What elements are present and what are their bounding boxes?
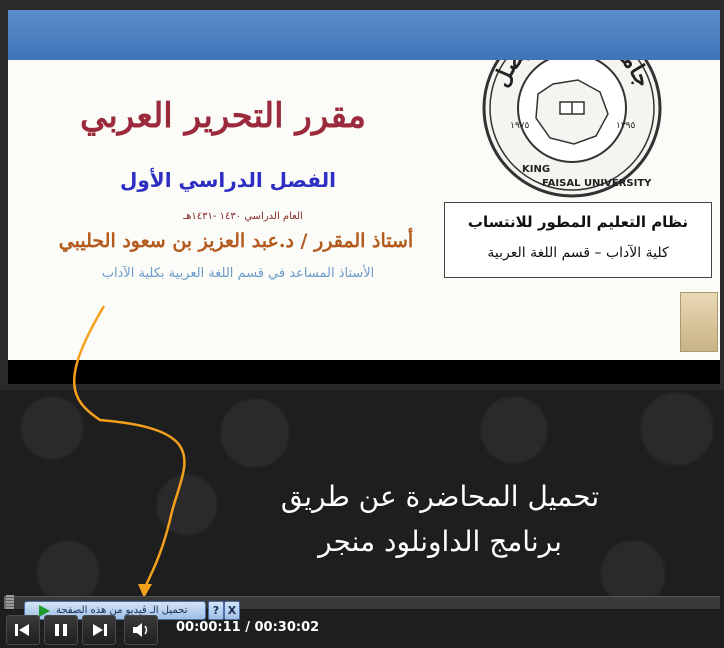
rewind-button[interactable] [6,615,40,645]
department-name: كلية الآداب – قسم اللغة العربية [487,245,669,261]
rewind-icon [15,624,29,636]
time-display: 00:00:11 / 00:30:02 [176,620,319,635]
scrub-handle[interactable] [6,595,14,609]
slide-bottom-bar [8,360,720,384]
player-controls: 00:00:11 / 00:30:02 [0,612,724,647]
total-time: 00:30:02 [254,620,320,635]
bg-decoration [20,396,84,460]
bg-decoration [640,392,714,466]
logo-english-king: KING [522,164,550,175]
pause-button[interactable] [44,615,78,645]
time-separator: / [240,620,255,635]
forward-button[interactable] [82,615,116,645]
logo-english-university: FAISAL UNIVERSITY [542,178,652,189]
course-title: مقرر التحرير العربي [79,96,367,136]
side-stamp [680,292,718,352]
forward-icon [93,624,107,636]
caption-line-1: تحميل المحاضرة عن طريق [280,480,600,513]
pause-icon [55,624,67,636]
volume-icon [133,623,148,637]
program-name: نظام التعليم المطور للانتساب [467,213,689,231]
university-logo: جامعة الملك فيصل ١٩٧٥ ١٣٩٥ KING FAISAL U… [482,60,662,198]
logo-year-left: ١٩٧٥ [510,121,530,131]
instructor-name: أستاذ المقرر / د.عبد العزيز بن سعود الحل… [58,230,414,252]
bg-decoration [36,540,100,604]
program-info-box: نظام التعليم المطور للانتساب كلية الآداب… [444,202,712,278]
current-time: 00:00:11 [176,620,241,635]
caption-line-2: برنامج الداونلود منجر [318,525,562,558]
slide-top-band [8,10,720,60]
instructor-position: الأستاذ المساعد في قسم اللغة العربية بكل… [101,266,375,281]
semester-label: الفصل الدراسي الأول [120,168,336,192]
bg-decoration [480,396,548,464]
volume-button[interactable] [124,615,158,645]
logo-year-right: ١٣٩٥ [616,121,636,131]
lecture-slide[interactable]: مقرر التحرير العربي الفصل الدراسي الأول … [8,60,720,360]
academic-year-label: العام الدراسي ١٤٣٠ -١٤٣١هـ [183,211,303,222]
bg-decoration [220,398,290,468]
